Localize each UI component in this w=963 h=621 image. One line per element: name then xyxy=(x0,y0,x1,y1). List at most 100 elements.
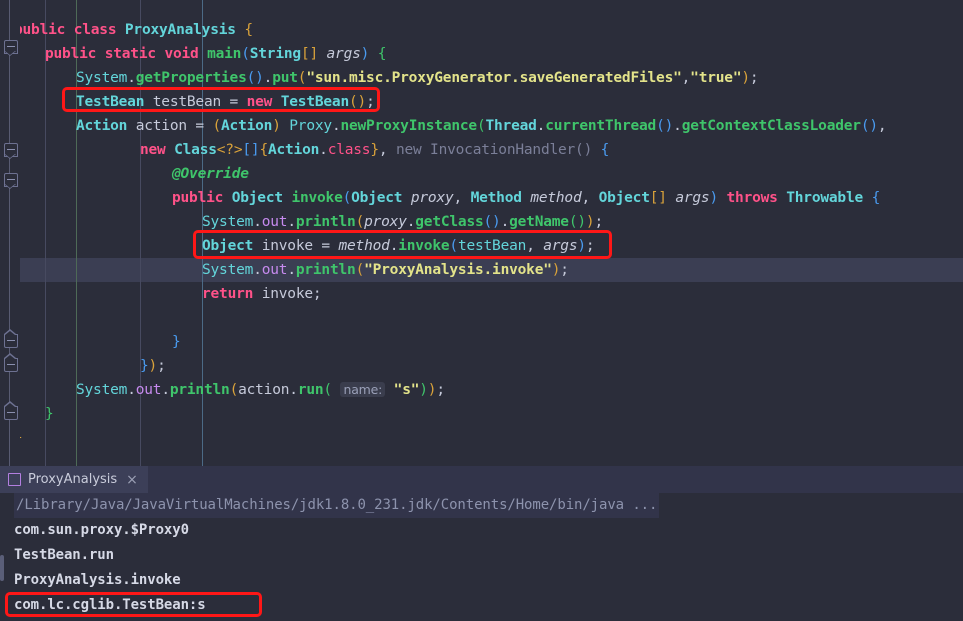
console-tabbar: ProxyAnalysis × xyxy=(0,466,963,493)
fold-dash xyxy=(7,340,15,341)
code-token: ; xyxy=(312,286,322,302)
code-line[interactable]: } xyxy=(45,402,54,426)
code-token: throws xyxy=(726,190,778,206)
code-line[interactable]: TestBean testBean = new TestBean(); xyxy=(76,90,375,114)
code-token: ) xyxy=(419,382,428,398)
code-token: ; xyxy=(366,94,375,110)
code-line[interactable]: } xyxy=(172,330,181,354)
code-token: put xyxy=(272,70,298,86)
code-token: () xyxy=(860,118,878,134)
code-token: , xyxy=(581,190,599,206)
code-token: String xyxy=(249,46,301,62)
code-token: println xyxy=(295,262,356,278)
code-token: ( xyxy=(355,214,365,230)
code-token: invoke xyxy=(261,286,313,302)
console-output-line: com.lc.cglib.TestBean:s xyxy=(14,597,206,613)
fold-guide-line xyxy=(9,0,10,466)
code-token: ( xyxy=(241,46,250,62)
code-token: . xyxy=(263,70,273,86)
code-line[interactable]: Object invoke = method.invoke(testBean, … xyxy=(202,234,595,258)
code-token: args xyxy=(675,190,710,206)
close-icon[interactable]: × xyxy=(126,473,138,487)
console-output[interactable]: /Library/Java/JavaVirtualMachines/jdk1.8… xyxy=(0,493,963,621)
console-output-line: com.sun.proxy.$Proxy0 xyxy=(14,522,189,538)
code-line[interactable]: public static void main(String[] args) { xyxy=(45,42,386,66)
code-token: } xyxy=(140,358,149,374)
fold-endfold-icon[interactable] xyxy=(4,353,18,372)
code-token: } xyxy=(370,142,379,158)
code-token: Object xyxy=(598,190,650,206)
fold-dash xyxy=(7,412,15,413)
code-token: ; xyxy=(560,262,569,278)
code-token: ) xyxy=(551,262,561,278)
code-line[interactable]: System.out.println("ProxyAnalysis.invoke… xyxy=(202,258,569,282)
code-token: . xyxy=(253,214,262,230)
code-line[interactable]: new Class<?>[]{Action.class}, new Invoca… xyxy=(140,138,609,162)
code-token: ) xyxy=(709,190,718,206)
fold-endfold-icon[interactable] xyxy=(4,329,18,348)
code-token: () xyxy=(568,214,586,230)
code-token: Proxy xyxy=(289,118,332,134)
code-token: } xyxy=(172,334,181,350)
code-token: . xyxy=(289,382,298,398)
code-token: ( xyxy=(342,190,352,206)
code-token: [] xyxy=(242,142,260,158)
code-surface[interactable]: public class ProxyAnalysis {public stati… xyxy=(0,0,963,466)
code-token: () xyxy=(483,214,501,230)
console-tab-label: ProxyAnalysis xyxy=(28,472,118,487)
code-token: args xyxy=(543,238,578,254)
code-token: { xyxy=(259,142,268,158)
code-line[interactable]: @Override xyxy=(172,162,249,186)
code-token: . xyxy=(389,238,399,254)
code-token: () xyxy=(246,70,264,86)
code-token: ; xyxy=(585,238,595,254)
code-token: . xyxy=(287,262,296,278)
code-token: ) xyxy=(148,358,158,374)
fold-gutter[interactable] xyxy=(0,0,20,466)
code-line[interactable]: public Object invoke(Object proxy, Metho… xyxy=(172,186,880,210)
code-token: <?> xyxy=(216,142,243,158)
console-tab-proxyanalysis[interactable]: ProxyAnalysis × xyxy=(0,466,148,493)
code-line[interactable]: }); xyxy=(140,354,166,378)
code-token: testBean xyxy=(457,238,527,254)
code-token: Object xyxy=(202,238,254,254)
code-token: invoke xyxy=(398,238,450,254)
run-console-panel[interactable]: ProxyAnalysis × /Library/Java/JavaVirtua… xyxy=(0,466,963,621)
fold-endfold-icon[interactable] xyxy=(4,401,18,420)
code-line[interactable]: Action action = (Action) Proxy.newProxyI… xyxy=(76,114,887,138)
code-line[interactable]: return invoke; xyxy=(202,282,322,306)
code-line[interactable]: System.out.println(proxy.getClass().getN… xyxy=(202,210,603,234)
code-editor[interactable]: public class ProxyAnalysis {public stati… xyxy=(0,0,963,466)
code-token: Object xyxy=(351,190,403,206)
code-line[interactable]: public class ProxyAnalysis { xyxy=(14,18,253,42)
code-token: getProperties xyxy=(135,70,247,86)
console-scrollbar-thumb[interactable] xyxy=(0,555,4,581)
code-token: { xyxy=(244,22,253,38)
code-token: = xyxy=(186,118,213,134)
run-config-icon xyxy=(8,473,21,486)
code-token: proxy xyxy=(410,190,454,206)
code-token: action xyxy=(238,382,290,398)
code-token: System xyxy=(76,70,128,86)
console-scrollbar-track[interactable] xyxy=(0,493,4,621)
code-token: . xyxy=(500,214,510,230)
code-token: ) xyxy=(741,70,750,86)
code-token: , xyxy=(681,70,691,86)
code-line[interactable]: System.getProperties().put("sun.misc.Pro… xyxy=(76,66,759,90)
code-token: "ProxyAnalysis.invoke" xyxy=(364,262,552,278)
code-token: = xyxy=(221,94,247,110)
fold-collapse-icon[interactable] xyxy=(4,40,18,56)
fold-collapse-icon[interactable] xyxy=(4,143,18,159)
code-line[interactable]: System.out.println(action.run( name: "s"… xyxy=(76,378,445,402)
code-token: TestBean xyxy=(280,94,349,110)
fold-collapse-icon[interactable] xyxy=(4,173,18,189)
code-token: . xyxy=(127,70,136,86)
fold-dash xyxy=(7,179,15,180)
